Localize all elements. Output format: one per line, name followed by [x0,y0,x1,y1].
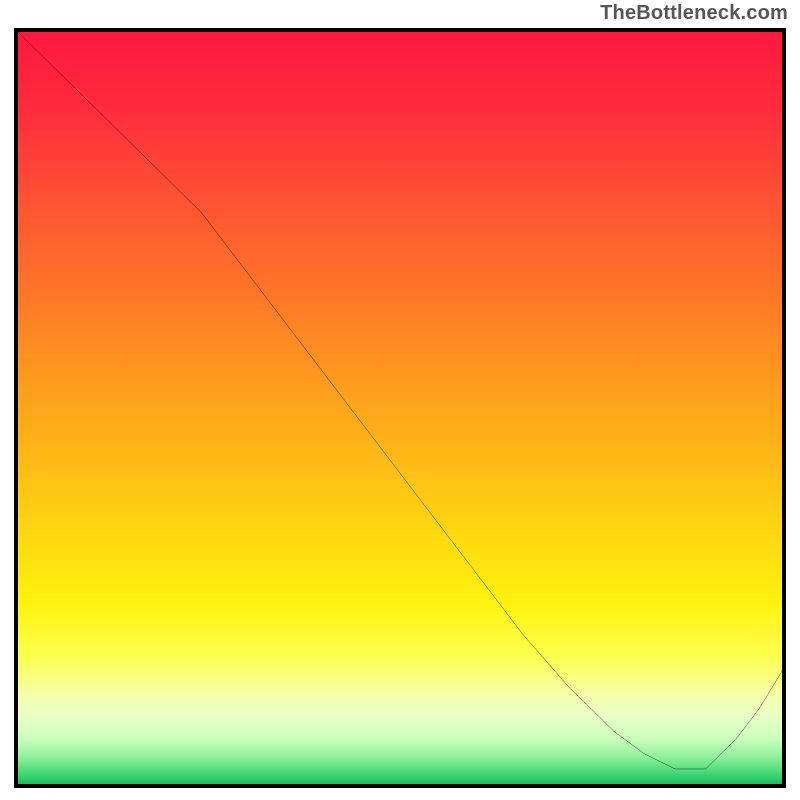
attribution-text: TheBottleneck.com [600,2,788,25]
plot-area [14,28,786,788]
chart-container: { "attribution": "TheBottleneck.com", "m… [0,0,800,800]
bottleneck-curve-path [18,32,782,769]
line-series [18,32,782,784]
